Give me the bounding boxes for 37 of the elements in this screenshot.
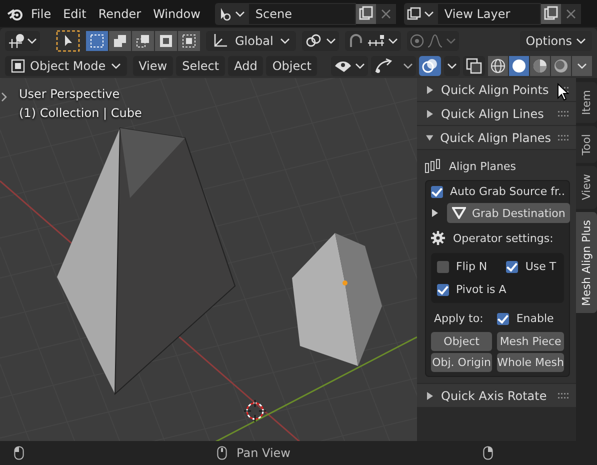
- apply-button[interactable]: Object: [431, 332, 492, 351]
- operator-settings-label: Operator settings:: [453, 232, 554, 244]
- sidebar-tab[interactable]: Mesh Align Plus: [576, 212, 597, 314]
- scene-field[interactable]: Scene: [248, 2, 356, 24]
- menu-item[interactable]: Window: [148, 6, 206, 20]
- header-menu[interactable]: View: [132, 56, 174, 76]
- mode-dropdown[interactable]: Object Mode: [5, 56, 127, 76]
- option-checkbox[interactable]: Pivot is A: [437, 283, 506, 296]
- collection-label: (1) Collection | Cube: [19, 106, 142, 120]
- section-title: Align Planes: [449, 160, 516, 172]
- panel-header[interactable]: Quick Align Planes: [417, 126, 576, 149]
- menu-item[interactable]: Render: [93, 6, 146, 20]
- enable-checkbox[interactable]: Enable: [497, 312, 554, 325]
- orientation-dropdown[interactable]: Global: [206, 31, 296, 51]
- options-dropdown[interactable]: Options: [520, 31, 592, 51]
- status-text: Pan View: [236, 446, 290, 460]
- apply-button[interactable]: Mesh Piece: [497, 332, 564, 351]
- menu-item[interactable]: Edit: [58, 6, 92, 20]
- header-menu[interactable]: Select: [176, 56, 226, 76]
- header-menu[interactable]: Object: [266, 56, 318, 76]
- option-checkbox[interactable]: Flip N: [437, 260, 506, 273]
- sidebar-tab[interactable]: View: [576, 166, 597, 209]
- grab-destination-button[interactable]: Grab Destination: [447, 203, 570, 223]
- option-checkbox[interactable]: Use T: [506, 260, 558, 273]
- view-name: User Perspective: [19, 87, 120, 101]
- view-layer-field[interactable]: View Layer: [437, 2, 542, 24]
- menu-item[interactable]: File: [26, 6, 56, 20]
- panel-header[interactable]: Quick Align Lines: [417, 102, 576, 125]
- sidebar-tab[interactable]: Item: [576, 82, 597, 124]
- panel-header[interactable]: Quick Axis Rotate: [417, 384, 576, 407]
- apply-to-label: Apply to:: [434, 312, 484, 325]
- header-menu[interactable]: Add: [228, 56, 264, 76]
- panel-header[interactable]: Quick Align Points: [417, 78, 576, 101]
- apply-button[interactable]: Whole Mesh: [497, 353, 564, 372]
- apply-button[interactable]: Obj. Origin: [431, 353, 492, 372]
- sidebar-tab[interactable]: Tool: [576, 126, 597, 164]
- auto-grab-checkbox[interactable]: Auto Grab Source fr..: [431, 185, 564, 198]
